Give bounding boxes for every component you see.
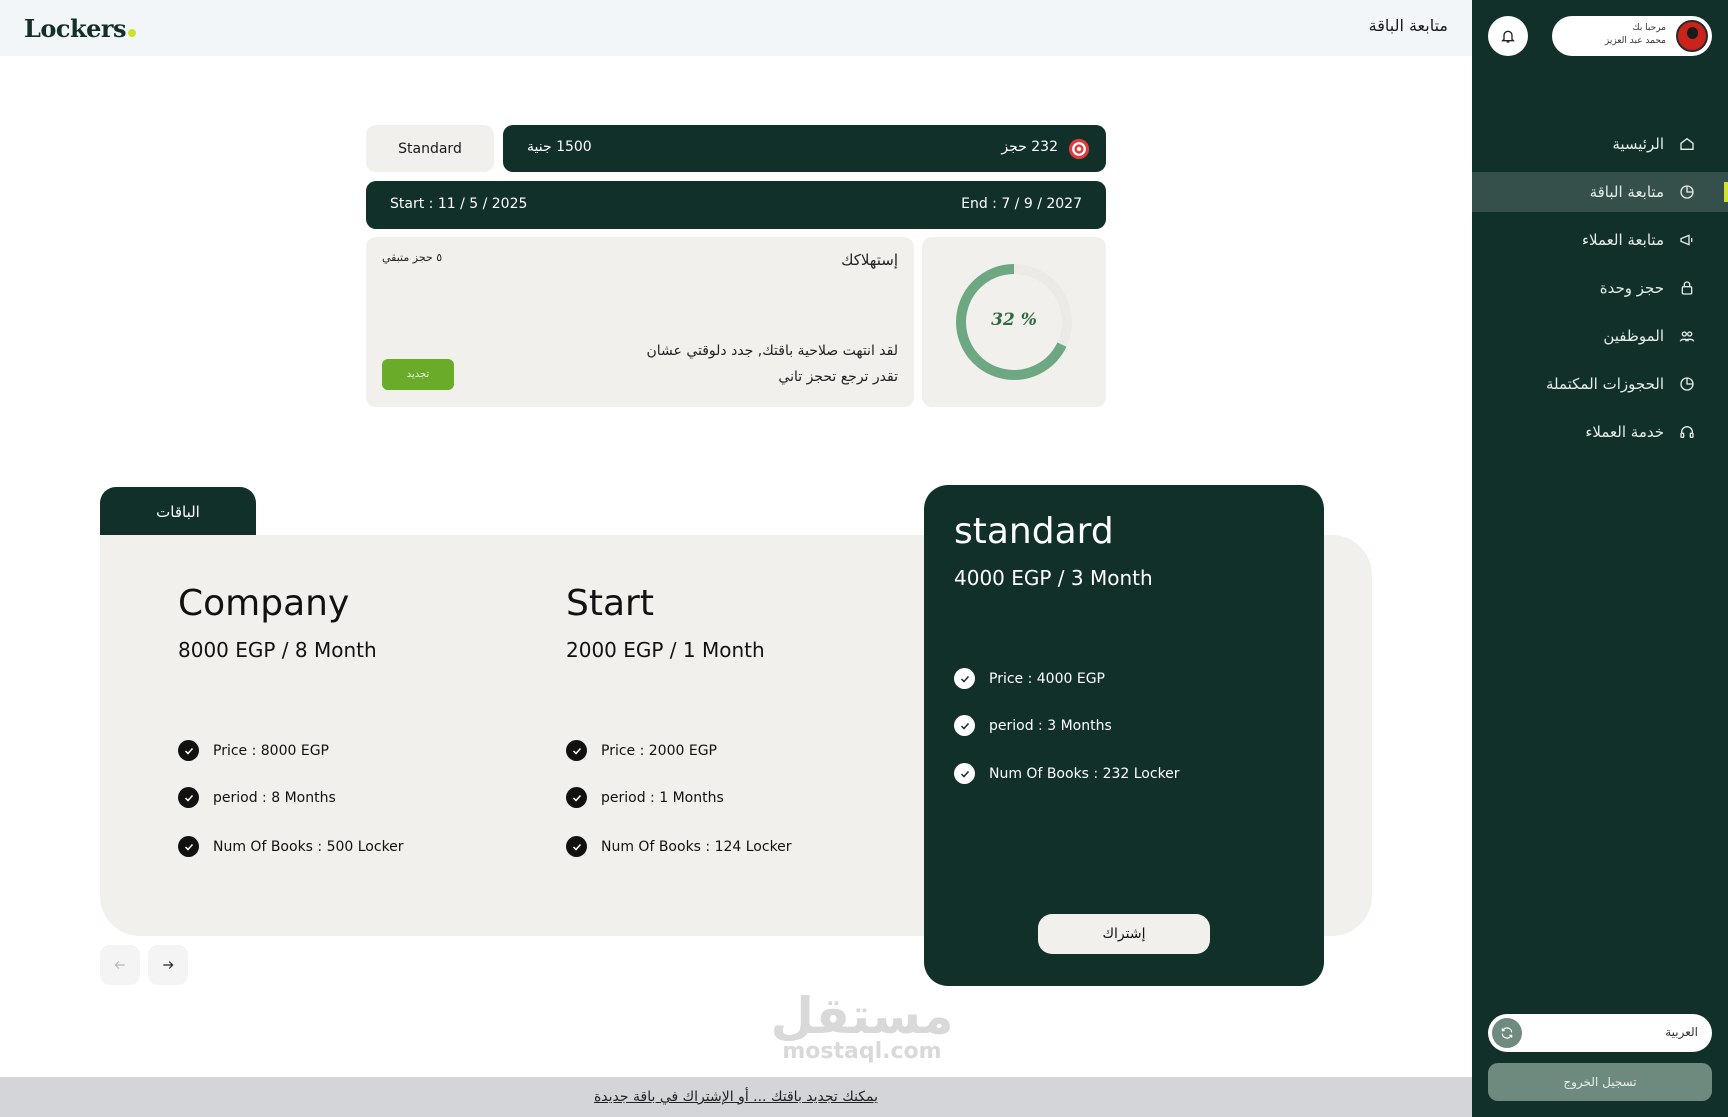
user-name: محمد عبد العزيز: [1604, 36, 1666, 46]
package-feature: Num Of Books : 124 Locker: [566, 836, 792, 857]
package-card-company[interactable]: Company 8000 EGP / 8 Month Price : 8000 …: [178, 583, 404, 857]
sidebar-item-label: خدمة العملاء: [1585, 423, 1664, 441]
language-selector[interactable]: العربية: [1488, 1014, 1712, 1052]
arrow-left-icon: [114, 961, 125, 969]
package-feature: Price : 4000 EGP: [954, 668, 1105, 689]
check-icon: [954, 668, 975, 689]
footer-notice-bar: يمكنك تجديد باقتك ... أو الإشتراك في باق…: [0, 1077, 1472, 1117]
megaphone-icon: [1678, 231, 1696, 249]
usage-card: إستهلاكك ٥ حجز متبقي لقد انتهت صلاحية با…: [366, 237, 914, 407]
renew-button[interactable]: تجديد: [382, 359, 454, 390]
package-card-start[interactable]: Start 2000 EGP / 1 Month Price : 2000 EG…: [566, 583, 792, 857]
people-icon: [1678, 327, 1696, 345]
refresh-icon: [1501, 1027, 1513, 1039]
package-name: Company: [178, 583, 350, 624]
check-icon: [566, 787, 587, 808]
package-price: 2000 EGP / 1 Month: [566, 638, 765, 662]
package-card-standard[interactable]: standard 4000 EGP / 3 Month Price : 4000…: [924, 485, 1324, 986]
check-icon: [178, 740, 199, 761]
plan-dates-bar: Start : 11 / 5 / 2025 End : 7 / 9 / 2027: [366, 181, 1106, 229]
carousel-prev-button[interactable]: [100, 945, 140, 985]
sidebar-nav: الرئيسية متابعة الباقة متابعة العملاء حج…: [1472, 124, 1728, 460]
carousel-next-button[interactable]: [148, 945, 188, 985]
pie-chart-icon: [1678, 183, 1696, 201]
plan-bookings-count: 232 حجز: [1001, 139, 1058, 155]
notifications-button[interactable]: [1488, 16, 1528, 56]
plan-name-badge: Standard: [366, 125, 494, 172]
sidebar-item-label: متابعة العملاء: [1581, 231, 1664, 249]
package-feature: period : 8 Months: [178, 787, 336, 808]
sidebar-item-home[interactable]: الرئيسية: [1472, 124, 1728, 164]
package-price: 4000 EGP / 3 Month: [954, 566, 1153, 590]
sidebar-item-label: متابعة الباقة: [1589, 183, 1664, 201]
usage-title: إستهلاكك: [841, 251, 898, 269]
sidebar-item-customer-service[interactable]: خدمة العملاء: [1472, 412, 1728, 452]
bell-icon: [1501, 30, 1515, 43]
sidebar-item-customer-tracking[interactable]: متابعة العملاء: [1472, 220, 1728, 260]
expiry-message-line1: لقد انتهت صلاحية باقتك, جدد دلوقتي عشان: [646, 343, 898, 359]
package-name: Start: [566, 583, 654, 624]
package-feature: period : 3 Months: [954, 715, 1112, 736]
plan-price: 1500 جنية: [527, 139, 592, 155]
sidebar-item-employees[interactable]: الموظفين: [1472, 316, 1728, 356]
package-info: standard 4000 EGP / 3 Month Price : 4000…: [954, 511, 1180, 784]
check-icon: [954, 715, 975, 736]
arrow-right-icon: [163, 961, 174, 969]
check-icon: [954, 763, 975, 784]
sidebar-item-package-tracking[interactable]: متابعة الباقة: [1472, 172, 1728, 212]
package-feature: period : 1 Months: [566, 787, 724, 808]
check-icon: [178, 787, 199, 808]
packages-tab[interactable]: الباقات: [100, 487, 256, 537]
target-icon: [1068, 138, 1090, 160]
package-feature: Price : 2000 EGP: [566, 740, 717, 761]
sidebar-item-label: حجز وحدة: [1599, 279, 1664, 297]
package-feature: Num Of Books : 500 Locker: [178, 836, 404, 857]
package-feature: Price : 8000 EGP: [178, 740, 329, 761]
top-header: Lockers متابعة الباقة: [0, 0, 1472, 56]
watermark: مستقل mostaql.com: [770, 987, 954, 1064]
sidebar: مرحبا بك محمد عبد العزيز الرئيسية متابعة…: [1472, 0, 1728, 1117]
page-title: متابعة الباقة: [1368, 16, 1448, 35]
check-icon: [178, 836, 199, 857]
sidebar-item-book-unit[interactable]: حجز وحدة: [1472, 268, 1728, 308]
start-date: Start : 11 / 5 / 2025: [390, 196, 528, 212]
home-icon: [1678, 135, 1696, 153]
pie-chart-icon: [1678, 375, 1696, 393]
subscribe-button[interactable]: إشتراك: [1038, 914, 1210, 954]
language-label: العربية: [1665, 1025, 1698, 1039]
sidebar-item-label: الرئيسية: [1612, 135, 1664, 153]
logout-button[interactable]: تسجيل الخروج: [1488, 1063, 1712, 1101]
sidebar-item-label: الموظفين: [1603, 327, 1664, 345]
plan-summary-bar: 1500 جنية 232 حجز: [503, 125, 1106, 172]
check-icon: [566, 740, 587, 761]
package-name: standard: [954, 511, 1114, 552]
avatar: [1676, 20, 1708, 52]
remaining-bookings: ٥ حجز متبقي: [382, 251, 443, 264]
greeting-text: مرحبا بك: [1632, 23, 1666, 33]
footer-notice-link[interactable]: يمكنك تجديد باقتك ... أو الإشتراك في باق…: [594, 1089, 878, 1105]
package-price: 8000 EGP / 8 Month: [178, 638, 377, 662]
app-logo[interactable]: Lockers: [24, 14, 137, 43]
user-profile[interactable]: مرحبا بك محمد عبد العزيز: [1552, 16, 1712, 56]
expiry-message-line2: تقدر ترجع تحجز تاني: [778, 369, 898, 385]
headset-icon: [1678, 423, 1696, 441]
sidebar-item-completed-bookings[interactable]: الحجوزات المكتملة: [1472, 364, 1728, 404]
sidebar-item-label: الحجوزات المكتملة: [1545, 375, 1664, 393]
usage-percent: 32 %: [991, 310, 1037, 330]
check-icon: [566, 836, 587, 857]
package-feature: Num Of Books : 232 Locker: [954, 763, 1180, 784]
lock-icon: [1678, 279, 1696, 297]
end-date: End : 7 / 9 / 2027: [961, 196, 1082, 212]
usage-ring-card: 32 %: [922, 237, 1106, 407]
language-switch-button[interactable]: [1492, 1018, 1522, 1048]
